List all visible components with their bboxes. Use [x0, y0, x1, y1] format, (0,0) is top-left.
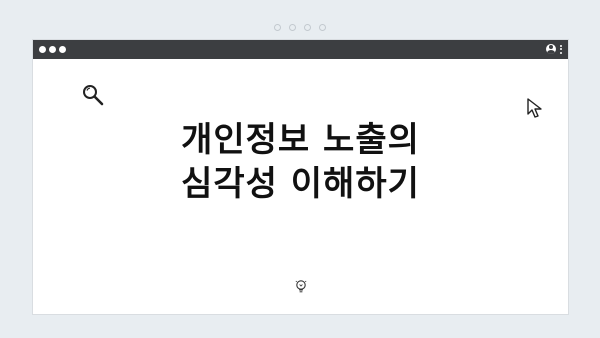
window-minimize-dot[interactable]: [49, 46, 56, 53]
frame-dots: [0, 24, 600, 31]
browser-window: 개인정보 노출의 심각성 이해하기: [32, 39, 569, 315]
title-line-2: 심각성 이해하기: [181, 164, 420, 204]
title-line-1: 개인정보 노출의: [181, 120, 420, 160]
frame-dot: [304, 24, 311, 31]
window-close-dot[interactable]: [39, 46, 46, 53]
frame-dot: [319, 24, 326, 31]
search-icon[interactable]: [81, 83, 105, 111]
device-frame: 개인정보 노출의 심각성 이해하기: [0, 0, 600, 338]
window-maximize-dot[interactable]: [59, 46, 66, 53]
toolbar-actions: [546, 44, 562, 54]
frame-dot: [289, 24, 296, 31]
user-icon[interactable]: [546, 44, 556, 54]
frame-dot: [274, 24, 281, 31]
browser-toolbar: [33, 40, 568, 59]
lightbulb-icon: [295, 279, 307, 299]
page-title: 개인정보 노출의 심각성 이해하기: [33, 118, 568, 206]
kebab-menu-icon[interactable]: [560, 44, 562, 54]
